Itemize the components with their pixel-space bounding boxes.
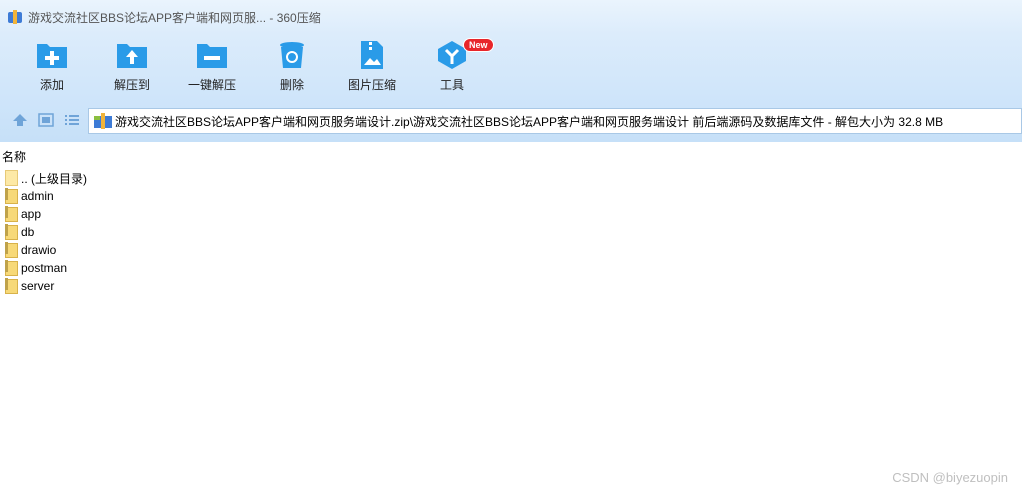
one-click-extract-label: 一键解压 [187, 78, 236, 92]
address-bar[interactable]: 游戏交流社区BBS论坛APP客户端和网页服务端设计.zip\游戏交流社区BBS论… [88, 108, 1022, 134]
file-name: .. (上级目录) [21, 171, 87, 186]
column-name-header[interactable]: 名称 [2, 148, 26, 165]
extract-to-button[interactable]: 解压到 [97, 40, 167, 93]
tools-button[interactable]: New 工具 [417, 38, 494, 93]
column-header: 名称 [0, 146, 1022, 164]
image-compress-icon [361, 41, 383, 69]
add-button[interactable]: 添加 [17, 40, 87, 93]
file-name: db [21, 225, 35, 239]
delete-icon [280, 42, 304, 68]
folder-icon [5, 242, 19, 258]
list-item[interactable]: postman [0, 259, 1022, 277]
extract-to-label: 解压到 [113, 78, 150, 92]
new-badge: New [463, 38, 494, 52]
parent-folder-icon [5, 170, 19, 186]
add-icon [37, 44, 67, 68]
address-path: 游戏交流社区BBS论坛APP客户端和网页服务端设计.zip\游戏交流社区BBS论… [115, 114, 944, 129]
list-item[interactable]: drawio [0, 241, 1022, 259]
window-title: 游戏交流社区BBS论坛APP客户端和网页服... - 360压缩 [28, 10, 321, 25]
list-item[interactable]: db [0, 223, 1022, 241]
title-bar: 游戏交流社区BBS论坛APP客户端和网页服... - 360压缩 [0, 0, 1022, 34]
file-name: postman [21, 261, 68, 275]
parent-directory-row[interactable]: .. (上级目录) [0, 169, 1022, 187]
toolbar: 添加 解压到 一键解压 删除 图片压缩 New 工具 [0, 34, 1022, 98]
image-compress-label: 图片压缩 [347, 78, 396, 92]
watermark: CSDN @biyezuopin [892, 470, 1008, 485]
folder-icon [5, 224, 19, 240]
list-item[interactable]: server [0, 277, 1022, 295]
delete-button[interactable]: 删除 [257, 40, 327, 93]
app-logo-icon [8, 10, 22, 24]
file-name: server [21, 279, 55, 293]
thumbnail-view-icon[interactable] [38, 113, 54, 127]
tools-label: 工具 [439, 78, 464, 92]
delete-label: 删除 [279, 78, 304, 92]
file-name: drawio [21, 243, 57, 257]
folder-icon [5, 278, 19, 294]
list-view-icon[interactable] [64, 113, 80, 127]
one-click-extract-button[interactable]: 一键解压 [177, 40, 247, 93]
image-compress-button[interactable]: 图片压缩 [337, 40, 407, 93]
file-name: app [21, 207, 42, 221]
one-click-extract-icon [197, 44, 227, 68]
extract-to-icon [117, 44, 147, 68]
file-name: admin [21, 189, 54, 203]
add-label: 添加 [39, 78, 64, 92]
folder-icon [5, 188, 19, 204]
folder-icon [5, 206, 19, 222]
file-list: .. (上级目录) admin app db drawio postman se… [0, 169, 1022, 295]
list-item[interactable]: admin [0, 187, 1022, 205]
list-item[interactable]: app [0, 205, 1022, 223]
up-arrow-icon[interactable] [12, 113, 28, 127]
folder-icon [5, 260, 19, 276]
archive-icon [94, 113, 112, 129]
